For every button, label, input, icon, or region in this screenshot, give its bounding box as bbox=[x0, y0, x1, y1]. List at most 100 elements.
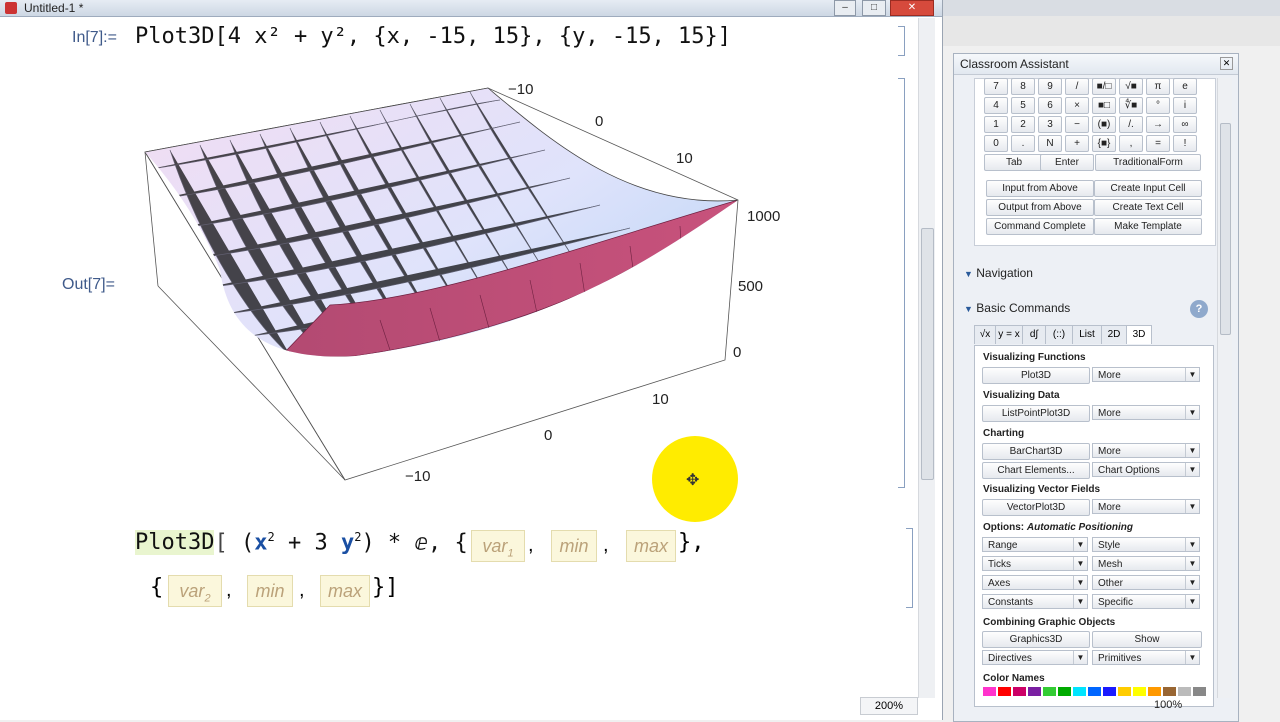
notebook-scrollbar[interactable] bbox=[918, 18, 935, 698]
cell-bracket-input[interactable] bbox=[898, 26, 905, 56]
keypad-key[interactable]: → bbox=[1146, 116, 1170, 133]
color-swatch[interactable] bbox=[1133, 687, 1146, 696]
input-from-above-button[interactable]: Input from Above bbox=[986, 180, 1094, 197]
plot3d-graphic[interactable]: −10 0 10 1000 500 0 −10 0 10 bbox=[130, 70, 810, 500]
color-swatch[interactable] bbox=[1148, 687, 1161, 696]
keypad-key[interactable]: ■/□ bbox=[1092, 78, 1116, 95]
keypad-key[interactable]: 7 bbox=[984, 78, 1008, 95]
placeholder-min[interactable]: min bbox=[551, 530, 597, 562]
keypad-key[interactable]: e bbox=[1173, 78, 1197, 95]
color-swatch[interactable] bbox=[1088, 687, 1101, 696]
more-dropdown[interactable]: More ▼ bbox=[1092, 405, 1200, 420]
maximize-button[interactable]: □ bbox=[862, 0, 886, 16]
barchart3d-button[interactable]: BarChart3D bbox=[982, 443, 1090, 460]
keypad-key[interactable]: 8 bbox=[1011, 78, 1035, 95]
color-swatch[interactable] bbox=[1073, 687, 1086, 696]
keypad-key[interactable]: ! bbox=[1173, 135, 1197, 152]
keypad-key[interactable]: 9 bbox=[1038, 78, 1062, 95]
keypad-key[interactable]: / bbox=[1065, 78, 1089, 95]
color-swatch[interactable] bbox=[1058, 687, 1071, 696]
tab-6[interactable]: 3D bbox=[1126, 325, 1152, 344]
template-expression[interactable]: Plot3D[ (x2 + 3 y2) * ⅇ, { bbox=[135, 530, 468, 556]
keypad-key[interactable]: √■ bbox=[1119, 78, 1143, 95]
keypad-key[interactable]: − bbox=[1065, 116, 1089, 133]
keypad-key[interactable]: ■□ bbox=[1092, 97, 1116, 114]
tab-2[interactable]: d∫ bbox=[1022, 325, 1046, 344]
keypad-key[interactable]: N bbox=[1038, 135, 1062, 152]
placeholder-max-2[interactable]: max bbox=[320, 575, 370, 607]
tab-3[interactable]: (::) bbox=[1045, 325, 1073, 344]
keypad-key[interactable]: (■) bbox=[1092, 116, 1116, 133]
navigation-section[interactable]: ▼ Navigation bbox=[964, 266, 1033, 280]
keypad-key[interactable]: 2 bbox=[1011, 116, 1035, 133]
make-template-button[interactable]: Make Template bbox=[1094, 218, 1202, 235]
placeholder-var1[interactable]: var1 bbox=[471, 530, 525, 562]
placeholder-var2[interactable]: var2 bbox=[168, 575, 222, 607]
placeholder-max[interactable]: max bbox=[626, 530, 676, 562]
output-from-above-button[interactable]: Output from Above bbox=[986, 199, 1094, 216]
input-expression[interactable]: Plot3D[4 x² + y², {x, -15, 15}, {y, -15,… bbox=[135, 24, 731, 49]
color-swatch[interactable] bbox=[1178, 687, 1191, 696]
keypad-key[interactable]: 6 bbox=[1038, 97, 1062, 114]
primitives-dropdown[interactable]: Primitives ▼ bbox=[1092, 650, 1200, 665]
graphics3d-button[interactable]: Graphics3D bbox=[982, 631, 1090, 648]
color-swatch[interactable] bbox=[998, 687, 1011, 696]
keypad-key[interactable]: + bbox=[1065, 135, 1089, 152]
minimize-button[interactable]: – bbox=[834, 0, 856, 16]
range-dropdown[interactable]: Range ▼ bbox=[982, 537, 1088, 552]
keypad-key[interactable]: 3 bbox=[1038, 116, 1062, 133]
palette-close-icon[interactable]: ✕ bbox=[1220, 57, 1233, 70]
keypad-key[interactable]: ∜■ bbox=[1119, 97, 1143, 114]
vectorplot3d-button[interactable]: VectorPlot3D bbox=[982, 499, 1090, 516]
show-button[interactable]: Show bbox=[1092, 631, 1202, 648]
mesh-dropdown[interactable]: Mesh ▼ bbox=[1092, 556, 1200, 571]
keypad-key[interactable]: × bbox=[1065, 97, 1089, 114]
palette-scrollbar[interactable] bbox=[1217, 78, 1232, 698]
color-swatch[interactable] bbox=[1043, 687, 1056, 696]
create-text-cell-button[interactable]: Create Text Cell bbox=[1094, 199, 1202, 216]
keypad-key[interactable]: 0 bbox=[984, 135, 1008, 152]
other-dropdown[interactable]: Other ▼ bbox=[1092, 575, 1200, 590]
listpointplot3d-button[interactable]: ListPointPlot3D bbox=[982, 405, 1090, 422]
tab-1[interactable]: y = x bbox=[995, 325, 1023, 344]
traditionalform-key[interactable]: TraditionalForm bbox=[1095, 154, 1201, 171]
scrollbar-thumb[interactable] bbox=[921, 228, 934, 480]
command-complete-button[interactable]: Command Complete bbox=[986, 218, 1094, 235]
keypad-key[interactable]: . bbox=[1011, 135, 1035, 152]
cell-bracket-template[interactable] bbox=[906, 528, 913, 608]
color-swatch[interactable] bbox=[1163, 687, 1176, 696]
keypad-key[interactable]: ∞ bbox=[1173, 116, 1197, 133]
zoom-indicator[interactable]: 200% bbox=[860, 697, 918, 715]
create-input-cell-button[interactable]: Create Input Cell bbox=[1094, 180, 1202, 197]
tab-4[interactable]: List bbox=[1072, 325, 1102, 344]
scrollbar-thumb[interactable] bbox=[1220, 123, 1231, 335]
keypad-key[interactable]: = bbox=[1146, 135, 1170, 152]
tab-0[interactable]: √x bbox=[974, 325, 996, 344]
placeholder-min-2[interactable]: min bbox=[247, 575, 293, 607]
keypad-key[interactable]: {■} bbox=[1092, 135, 1116, 152]
color-swatch[interactable] bbox=[1193, 687, 1206, 696]
keypad-key[interactable]: /. bbox=[1119, 116, 1143, 133]
more-dropdown[interactable]: More ▼ bbox=[1092, 499, 1200, 514]
constants-dropdown[interactable]: Constants ▼ bbox=[982, 594, 1088, 609]
style-dropdown[interactable]: Style ▼ bbox=[1092, 537, 1200, 552]
color-swatch[interactable] bbox=[1118, 687, 1131, 696]
axes-dropdown[interactable]: Axes ▼ bbox=[982, 575, 1088, 590]
keypad-key[interactable]: 4 bbox=[984, 97, 1008, 114]
enter-key[interactable]: Enter bbox=[1040, 154, 1094, 171]
chart-elements-button[interactable]: Chart Elements... bbox=[982, 462, 1090, 479]
more-dropdown[interactable]: More ▼ bbox=[1092, 443, 1200, 458]
tab-5[interactable]: 2D bbox=[1101, 325, 1127, 344]
keypad-key[interactable]: , bbox=[1119, 135, 1143, 152]
plot3d-button[interactable]: Plot3D bbox=[982, 367, 1090, 384]
keypad-key[interactable]: 5 bbox=[1011, 97, 1035, 114]
tab-key[interactable]: Tab bbox=[984, 154, 1044, 171]
keypad-key[interactable]: ° bbox=[1146, 97, 1170, 114]
color-swatch[interactable] bbox=[1028, 687, 1041, 696]
more-dropdown[interactable]: More ▼ bbox=[1092, 367, 1200, 382]
keypad-key[interactable]: i bbox=[1173, 97, 1197, 114]
keypad-key[interactable]: 1 bbox=[984, 116, 1008, 133]
color-swatch[interactable] bbox=[983, 687, 996, 696]
cell-bracket-output[interactable] bbox=[898, 78, 905, 488]
ticks-dropdown[interactable]: Ticks ▼ bbox=[982, 556, 1088, 571]
